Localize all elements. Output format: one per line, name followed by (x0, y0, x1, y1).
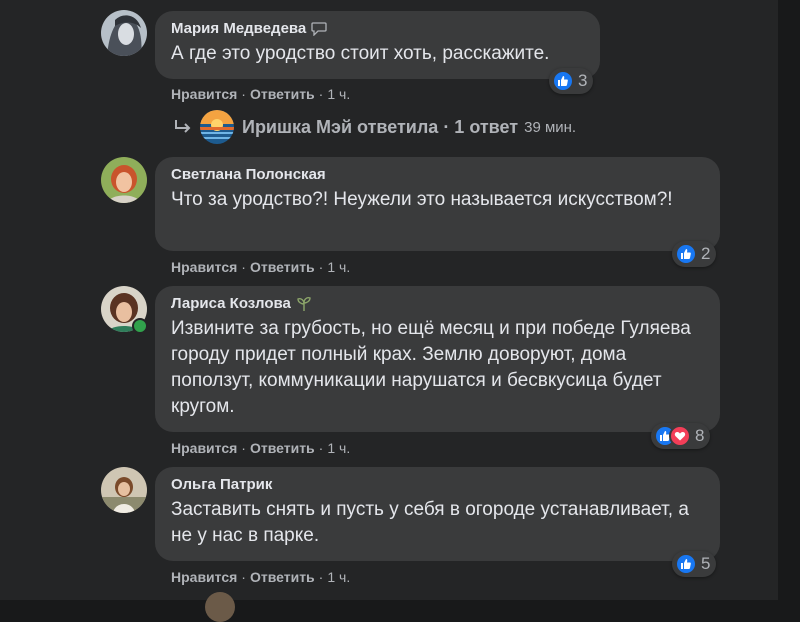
reply-button[interactable]: Ответить (250, 569, 315, 585)
separator: · (318, 259, 324, 275)
comment-text: Извините за грубость, но ещё месяц и при… (171, 318, 691, 417)
author-name[interactable]: Ольга Патрик (171, 475, 272, 495)
comment-text: Что за уродство?! Неужели это называется… (171, 189, 673, 210)
author-name[interactable]: Мария Медведева (171, 19, 306, 39)
comment-bubble: Ольга Патрик Заставить снять и пусть у с… (155, 467, 720, 561)
like-reaction-icon (552, 70, 574, 92)
comment-timestamp[interactable]: 1 ч. (327, 440, 350, 456)
comment-bubble: Лариса Козлова Извините за грубость, но … (155, 286, 720, 432)
page-background-edge (778, 0, 800, 600)
comment-author[interactable]: Мария Медведева (171, 19, 584, 39)
chat-bubble-icon (311, 22, 327, 36)
separator: · (318, 440, 324, 456)
reaction-count: 8 (695, 426, 705, 445)
like-button[interactable]: Нравится (171, 440, 237, 456)
avatar[interactable] (205, 592, 235, 622)
comment-actions: Нравится · Ответить · 1 ч. (171, 259, 350, 275)
author-name[interactable]: Светлана Полонская (171, 165, 326, 185)
reply-button[interactable]: Ответить (250, 259, 315, 275)
online-status-indicator (132, 318, 148, 334)
avatar[interactable] (101, 10, 147, 56)
comment-author[interactable]: Светлана Полонская (171, 165, 704, 185)
view-replies-link[interactable]: Иришка Мэй ответила · 1 ответ 39 мин. (172, 110, 576, 144)
reply-button[interactable]: Ответить (250, 440, 315, 456)
reaction-count: 5 (701, 554, 711, 573)
like-button[interactable]: Нравится (171, 259, 237, 275)
reaction-summary[interactable]: 5 (672, 551, 717, 577)
comment-timestamp[interactable]: 1 ч. (327, 259, 350, 275)
comment-actions: Нравится · Ответить · 1 ч. (171, 569, 350, 585)
like-button[interactable]: Нравится (171, 86, 237, 102)
avatar[interactable] (101, 467, 147, 513)
comment-text: Заставить снять и пусть у себя в огороде… (171, 499, 689, 546)
reaction-count: 3 (578, 71, 588, 90)
sprout-icon (296, 296, 312, 312)
comments-panel: Мария Медведева А где это уродство стоит… (0, 0, 778, 622)
avatar[interactable] (101, 157, 147, 203)
like-reaction-icon (675, 553, 697, 575)
separator: · (241, 440, 246, 456)
reply-timestamp: 39 мин. (524, 118, 577, 136)
comment-timestamp[interactable]: 1 ч. (327, 86, 350, 102)
comment-bubble: Мария Медведева А где это уродство стоит… (155, 11, 600, 79)
comment-author[interactable]: Лариса Козлова (171, 294, 704, 314)
comment-timestamp[interactable]: 1 ч. (327, 569, 350, 585)
reply-arrow-icon (172, 116, 194, 138)
replies-summary[interactable]: Иришка Мэй ответила · 1 ответ (242, 117, 518, 138)
reply-button[interactable]: Ответить (250, 86, 315, 102)
like-button[interactable]: Нравится (171, 569, 237, 585)
reaction-summary[interactable]: 8 (651, 423, 711, 449)
comment-actions: Нравится · Ответить · 1 ч. (171, 86, 350, 102)
separator: · (318, 569, 324, 585)
reply-avatar (200, 110, 234, 144)
comment-actions: Нравится · Ответить · 1 ч. (171, 440, 350, 456)
comment-text: А где это уродство стоит хоть, расскажит… (171, 43, 550, 64)
reaction-count: 2 (701, 244, 711, 263)
reaction-summary[interactable]: 2 (672, 241, 717, 267)
comment-author[interactable]: Ольга Патрик (171, 475, 704, 495)
reaction-summary[interactable]: 3 (549, 68, 594, 94)
separator: · (241, 569, 246, 585)
love-reaction-icon (669, 425, 691, 447)
comment-bubble: Светлана Полонская Что за уродство?! Неу… (155, 157, 720, 251)
like-reaction-icon (675, 243, 697, 265)
separator: · (241, 259, 246, 275)
separator: · (318, 86, 324, 102)
author-name[interactable]: Лариса Козлова (171, 294, 291, 314)
separator: · (241, 86, 246, 102)
